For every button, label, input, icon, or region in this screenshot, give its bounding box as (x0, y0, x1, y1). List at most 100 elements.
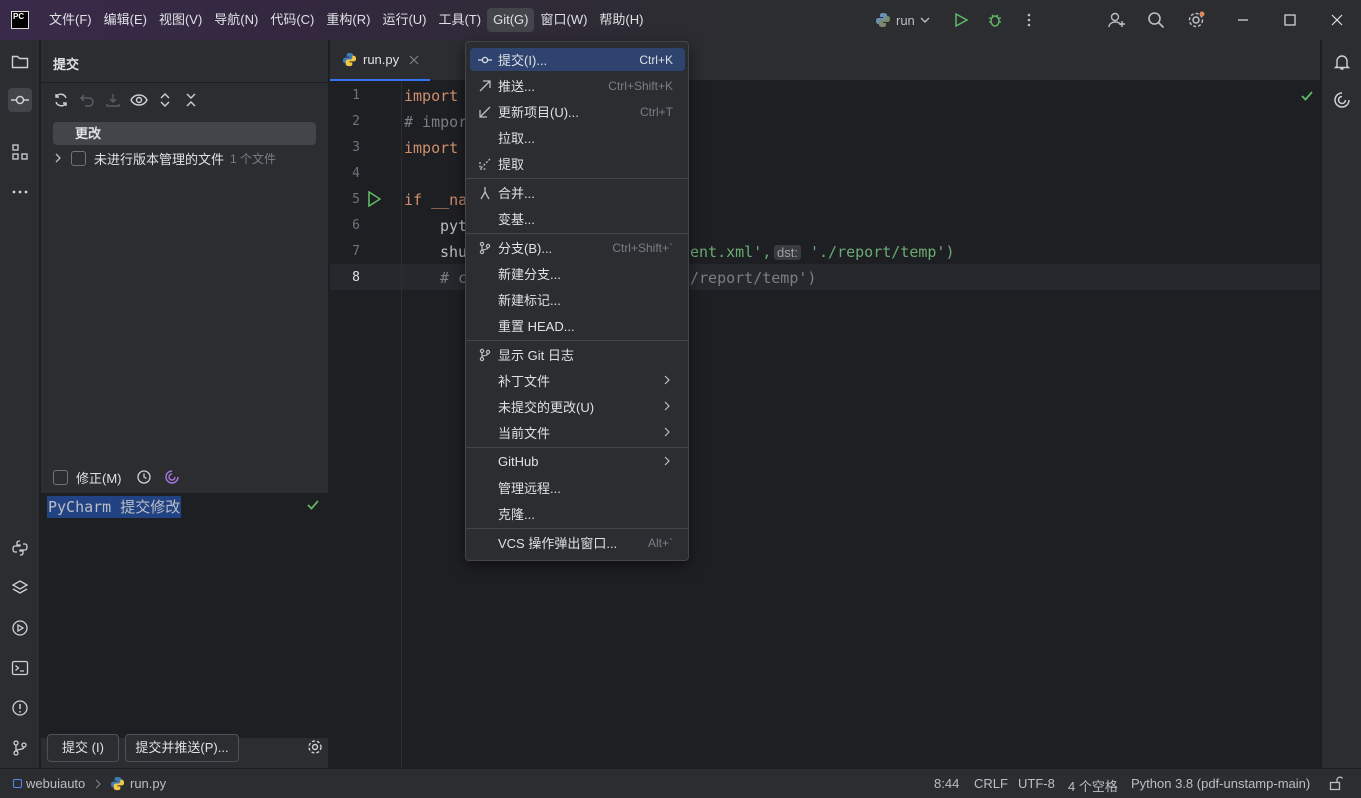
commit-tool-button[interactable] (8, 88, 32, 112)
chevron-right-icon[interactable] (53, 153, 63, 163)
code-with-me-button[interactable] (1107, 10, 1127, 30)
expand-all-button[interactable] (156, 91, 174, 109)
git-manage-remotes-item[interactable]: 管理远程... (470, 476, 685, 499)
rollback-button[interactable] (78, 91, 96, 109)
tab-run-py[interactable]: run.py (330, 40, 430, 81)
debug-button[interactable] (985, 10, 1005, 30)
close-tab-icon[interactable] (409, 55, 419, 65)
menu-refactor[interactable]: 重构(R) (320, 8, 376, 32)
gear-icon[interactable] (306, 738, 324, 756)
line-number: 5 (352, 192, 360, 207)
python-console-icon (12, 540, 28, 556)
menu-tools[interactable]: 工具(T) (432, 8, 487, 32)
lock-icon[interactable] (1329, 776, 1343, 791)
menu-window[interactable]: 窗口(W) (534, 8, 593, 32)
file-encoding[interactable]: UTF-8 (1018, 776, 1055, 791)
menu-navigate[interactable]: 导航(N) (208, 8, 264, 32)
unversioned-checkbox[interactable] (71, 150, 86, 166)
commit-message-text[interactable]: PyCharm 提交修改 (47, 496, 182, 518)
git-commit-item[interactable]: 提交(I)... Ctrl+K (470, 48, 685, 71)
git-pull-item[interactable]: 拉取... (470, 126, 685, 149)
git-github-item[interactable]: GitHub (470, 450, 685, 473)
git-update-project-item[interactable]: 更新项目(U)... Ctrl+T (470, 100, 685, 123)
minimize-button[interactable] (1233, 10, 1253, 30)
unversioned-files-node[interactable]: 未进行版本管理的文件 1 个文件 (53, 147, 276, 169)
project-tool-button[interactable] (8, 50, 32, 74)
menu-item-label: 新建分支... (498, 267, 561, 282)
menu-git[interactable]: Git(G) (487, 8, 535, 32)
git-new-branch-item[interactable]: 新建分支... (470, 262, 685, 285)
terminal-icon (11, 660, 29, 676)
run-configuration-selector[interactable]: run (875, 10, 930, 30)
python-icon (876, 13, 890, 27)
collapse-all-button[interactable] (182, 91, 200, 109)
more-tools-button[interactable] (8, 180, 32, 204)
git-branches-item[interactable]: 分支(B)... Ctrl+Shift+` (470, 236, 685, 259)
menu-file[interactable]: 文件(F) (43, 8, 98, 32)
menu-separator (466, 178, 688, 179)
ai-assistant-icon[interactable] (164, 469, 180, 485)
git-patch-file-item[interactable]: 补丁文件 (470, 369, 685, 392)
menu-edit[interactable]: 编辑(E) (98, 8, 153, 32)
commit-icon (477, 52, 493, 68)
amend-row: 修正(M) (53, 467, 180, 487)
git-vcs-popup-item[interactable]: VCS 操作弹出窗口... Alt+` (470, 531, 685, 554)
changes-node[interactable]: 更改 (53, 122, 316, 145)
git-reset-head-item[interactable]: 重置 HEAD... (470, 314, 685, 337)
line-separator[interactable]: CRLF (974, 776, 1008, 791)
git-clone-item[interactable]: 克隆... (470, 502, 685, 525)
menu-help[interactable]: 帮助(H) (593, 8, 649, 32)
maximize-button[interactable] (1280, 10, 1300, 30)
breadcrumb-file[interactable]: run.py (130, 776, 166, 791)
breadcrumb-project[interactable]: webuiauto (26, 776, 85, 791)
amend-label[interactable]: 修正(M) (76, 468, 122, 487)
commit-button[interactable]: 提交 (I) (47, 734, 119, 762)
amend-checkbox[interactable] (53, 469, 68, 485)
menu-item-label: 显示 Git 日志 (498, 348, 574, 363)
run-button[interactable] (951, 10, 971, 30)
git-log-icon (477, 347, 493, 363)
git-tool-button[interactable] (8, 736, 32, 760)
menu-code[interactable]: 代码(C) (264, 8, 320, 32)
python-packages-button[interactable] (8, 576, 32, 600)
services-tool-button[interactable] (8, 616, 32, 640)
chevron-right-icon (95, 779, 101, 789)
folder-icon (11, 55, 29, 69)
more-actions-button[interactable] (1019, 10, 1039, 30)
clock-icon[interactable] (136, 469, 152, 485)
commit-message-editor[interactable]: PyCharm 提交修改 (41, 493, 329, 738)
git-uncommitted-changes-item[interactable]: 未提交的更改(U) (470, 395, 685, 418)
notifications-button[interactable] (1330, 50, 1354, 74)
ai-assistant-button[interactable] (1330, 88, 1354, 112)
refresh-button[interactable] (52, 91, 70, 109)
problems-tool-button[interactable] (8, 696, 32, 720)
python-console-button[interactable] (8, 536, 32, 560)
python-interpreter[interactable]: Python 3.8 (pdf-unstamp-main) (1131, 776, 1310, 791)
indent-setting[interactable]: 4 个空格 (1068, 776, 1118, 795)
git-current-file-item[interactable]: 当前文件 (470, 421, 685, 444)
menu-run[interactable]: 运行(U) (376, 8, 432, 32)
run-config-name: run (896, 12, 915, 28)
run-gutter-icon[interactable] (367, 191, 381, 207)
menu-view[interactable]: 视图(V) (153, 8, 208, 32)
caret-position[interactable]: 8:44 (934, 776, 959, 791)
git-fetch-item[interactable]: 提取 (470, 152, 685, 175)
more-vertical-icon (1027, 13, 1031, 27)
terminal-tool-button[interactable] (8, 656, 32, 680)
git-branch-icon (13, 740, 27, 756)
show-diff-button[interactable] (130, 91, 148, 109)
module-icon (13, 779, 22, 788)
line-number: 1 (352, 88, 360, 103)
settings-button[interactable] (1186, 10, 1206, 30)
git-push-item[interactable]: 推送... Ctrl+Shift+K (470, 74, 685, 97)
close-window-button[interactable] (1327, 10, 1347, 30)
search-everywhere-button[interactable] (1146, 10, 1166, 30)
git-rebase-item[interactable]: 变基... (470, 207, 685, 230)
shelve-button[interactable] (104, 91, 122, 109)
git-show-log-item[interactable]: 显示 Git 日志 (470, 343, 685, 366)
git-new-tag-item[interactable]: 新建标记... (470, 288, 685, 311)
git-merge-item[interactable]: 合并... (470, 181, 685, 204)
commit-and-push-button[interactable]: 提交并推送(P)... (125, 734, 239, 762)
structure-tool-button[interactable] (8, 140, 32, 164)
unversioned-label: 未进行版本管理的文件 (94, 151, 225, 167)
